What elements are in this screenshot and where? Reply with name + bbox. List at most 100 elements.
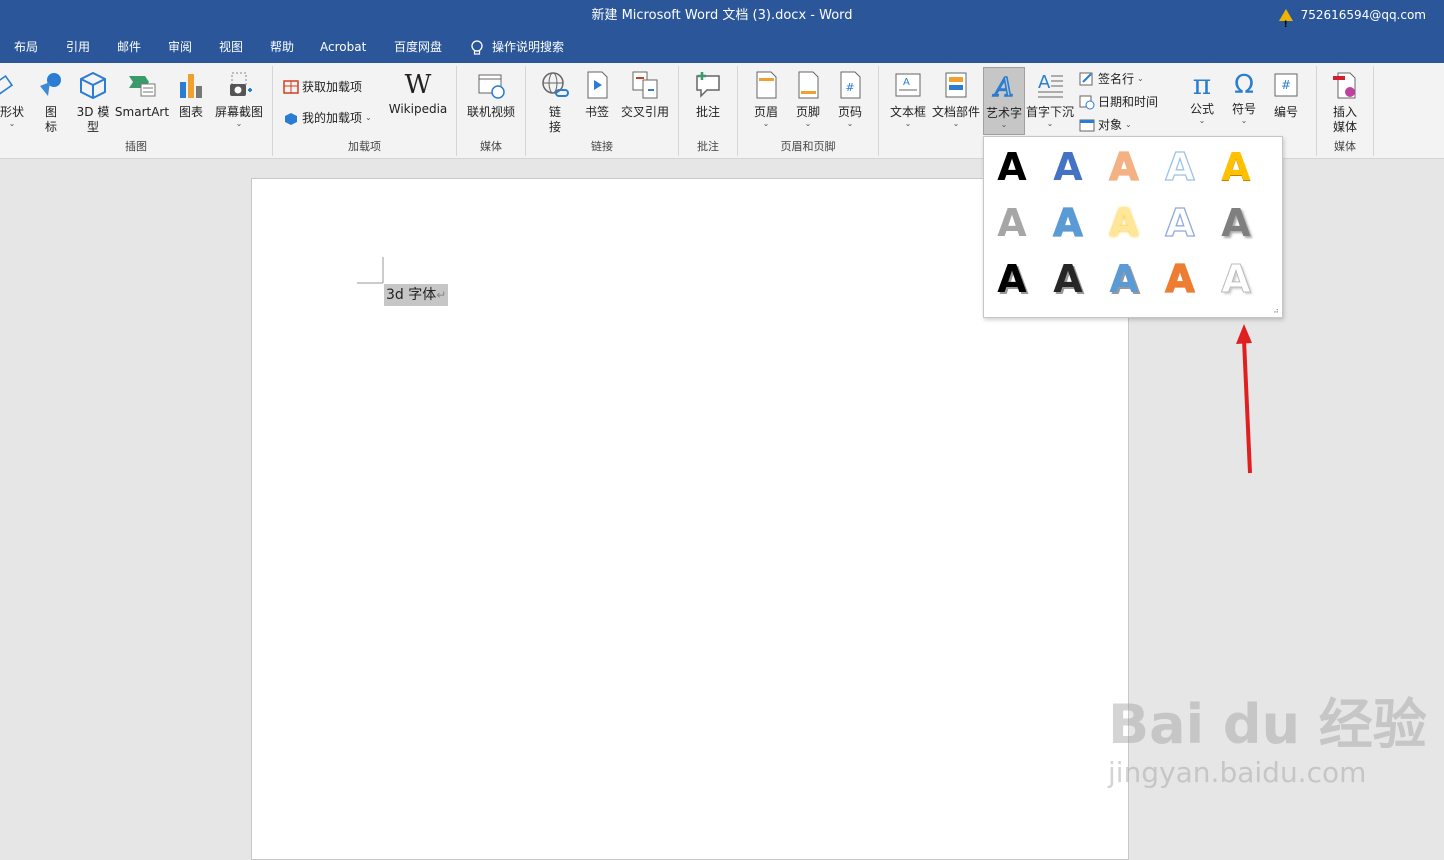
pi-icon: π: [1192, 68, 1212, 101]
store-icon: [283, 79, 299, 94]
group-label-header-footer: 页眉和页脚: [780, 140, 836, 153]
wikipedia-icon: W: [404, 70, 432, 100]
page-number-icon: #: [840, 71, 861, 99]
menu-bar: 布局 引用 邮件 审阅 视图 帮助 Acrobat 百度网盘 操作说明搜索: [0, 32, 1444, 63]
group-label-addins: 加载项: [348, 140, 381, 153]
signature-icon: [1079, 72, 1093, 85]
menu-view[interactable]: 视图: [219, 32, 243, 63]
wordart-button[interactable]: A 艺术字 ⌄: [983, 67, 1025, 135]
group-links: 链 接 书签 交叉引用 链接: [526, 66, 679, 156]
wordart-style-3[interactable]: A: [1104, 146, 1144, 187]
my-addins-button[interactable]: 我的加载项 ⌄: [283, 109, 372, 126]
link-button[interactable]: 链 接: [536, 70, 574, 135]
group-comments: 批注 批注: [679, 66, 738, 156]
quick-parts-button[interactable]: 文档部件 ⌄: [931, 70, 981, 128]
group-media: 联机视频 媒体: [457, 66, 526, 156]
red-arrow-annotation: [1236, 324, 1252, 474]
textbox-button[interactable]: A 文本框 ⌄: [887, 70, 929, 128]
search-label: 操作说明搜索: [492, 40, 565, 54]
cross-reference-button[interactable]: 交叉引用: [618, 70, 672, 120]
group-label-media: 媒体: [480, 140, 502, 153]
wordart-gallery: ⠴ AAAAAAAAAAAAAAA: [983, 136, 1283, 318]
svg-text:#: #: [1281, 78, 1291, 92]
menu-baidu-netdisk[interactable]: 百度网盘: [394, 32, 442, 63]
wordart-style-7[interactable]: A: [1048, 202, 1088, 243]
wordart-style-8[interactable]: A: [1104, 203, 1144, 243]
menu-review[interactable]: 审阅: [168, 32, 192, 63]
wordart-style-15[interactable]: A: [1216, 259, 1256, 300]
group-addins: 获取加载项 我的加载项 ⌄ W Wikipedia 加载项: [273, 66, 457, 156]
svg-text:A: A: [903, 77, 910, 88]
menu-references[interactable]: 引用: [66, 32, 90, 63]
wordart-style-6[interactable]: A: [992, 203, 1032, 243]
account-email[interactable]: 752616594@qq.com: [1301, 0, 1426, 30]
warning-icon: !: [1278, 9, 1293, 30]
resize-grip-icon[interactable]: ⠴: [1273, 306, 1279, 315]
omega-icon: Ω: [1234, 70, 1254, 100]
window-title: 新建 Microsoft Word 文档 (3).docx - Word: [591, 8, 853, 23]
bookmark-button[interactable]: 书签: [578, 70, 616, 120]
wordart-style-9[interactable]: A: [1160, 202, 1200, 243]
chart-button[interactable]: 图表: [174, 70, 208, 120]
my-addins-icon: [285, 112, 297, 125]
group-illustrations: 形状 ⌄ 图 标 3D 模 型 SmartArt 图表 屏幕截图 ⌄ 插图: [0, 66, 273, 156]
wordart-style-14[interactable]: A: [1160, 258, 1200, 299]
number-button[interactable]: # 编号: [1266, 70, 1306, 120]
shapes-button[interactable]: 形状 ⌄: [0, 70, 24, 128]
wordart-style-5[interactable]: A: [1216, 147, 1256, 187]
signature-line-button[interactable]: 签名行 ⌄: [1079, 70, 1144, 87]
screenshot-button[interactable]: 屏幕截图 ⌄: [212, 70, 266, 128]
new-comment-button[interactable]: 批注: [687, 70, 729, 120]
chart-icon: [180, 74, 202, 98]
menu-acrobat[interactable]: Acrobat: [320, 32, 366, 63]
wordart-style-10[interactable]: A: [1216, 203, 1256, 243]
paragraph-mark: ↵: [436, 288, 447, 302]
header-button[interactable]: 页眉 ⌄: [746, 70, 786, 128]
group-label-illustrations: 插图: [125, 140, 147, 153]
icons-icon: [40, 73, 61, 96]
insert-media-button[interactable]: 插入 媒体: [1323, 70, 1367, 135]
wordart-style-13[interactable]: A: [1104, 259, 1144, 299]
page-number-button[interactable]: # 页码 ⌄: [830, 70, 870, 128]
3d-models-button[interactable]: 3D 模 型: [74, 70, 112, 135]
wordart-style-1[interactable]: A: [992, 147, 1032, 187]
wordart-style-12[interactable]: A: [1048, 259, 1088, 299]
smartart-icon: [129, 76, 156, 97]
wikipedia-button[interactable]: W Wikipedia: [385, 70, 451, 117]
wordart-style-4[interactable]: A: [1160, 146, 1200, 187]
footer-button[interactable]: 页脚 ⌄: [788, 70, 828, 128]
wordart-style-11[interactable]: A: [992, 259, 1032, 299]
selected-text[interactable]: 3d 字体↵: [384, 284, 449, 306]
cube-icon: [80, 71, 106, 100]
icons-button[interactable]: 图 标: [34, 70, 68, 135]
baidu-watermark: Bai du 经验 jingyan.baidu.com: [1108, 693, 1427, 790]
cross-reference-icon: [632, 71, 658, 99]
selected-text-content: 3d 字体: [386, 287, 437, 303]
tell-me-search[interactable]: 操作说明搜索: [470, 32, 564, 63]
symbol-button[interactable]: Ω 符号 ⌄: [1224, 70, 1264, 125]
title-bar: 新建 Microsoft Word 文档 (3).docx - Word ! 7…: [0, 0, 1444, 32]
date-time-button[interactable]: 日期和时间: [1079, 93, 1158, 110]
get-addins-button[interactable]: 获取加载项: [283, 78, 362, 95]
account-area[interactable]: ! 752616594@qq.com: [1278, 0, 1426, 30]
insert-media-icon: [1333, 72, 1356, 99]
camera-icon: [230, 72, 252, 96]
drop-cap-button[interactable]: A 首字下沉 ⌄: [1025, 70, 1075, 128]
header-icon: [756, 71, 777, 99]
smartart-button[interactable]: SmartArt: [114, 70, 170, 120]
menu-help[interactable]: 帮助: [270, 32, 294, 63]
textbox-icon: A: [895, 73, 921, 97]
equation-button[interactable]: π 公式 ⌄: [1182, 70, 1222, 125]
online-video-button[interactable]: 联机视频: [463, 70, 519, 120]
group-media-insert: 插入 媒体 媒体: [1317, 66, 1374, 156]
quick-parts-icon: [945, 72, 967, 98]
margin-crop-mark: [357, 257, 384, 284]
group-label-links: 链接: [591, 140, 613, 153]
menu-mailings[interactable]: 邮件: [117, 32, 141, 63]
object-button[interactable]: 对象 ⌄: [1079, 116, 1132, 133]
comment-icon: [696, 72, 720, 98]
wordart-style-2[interactable]: A: [1048, 147, 1088, 187]
number-icon: #: [1274, 73, 1298, 97]
menu-layout[interactable]: 布局: [14, 32, 38, 63]
drop-cap-icon: A: [1038, 72, 1063, 98]
